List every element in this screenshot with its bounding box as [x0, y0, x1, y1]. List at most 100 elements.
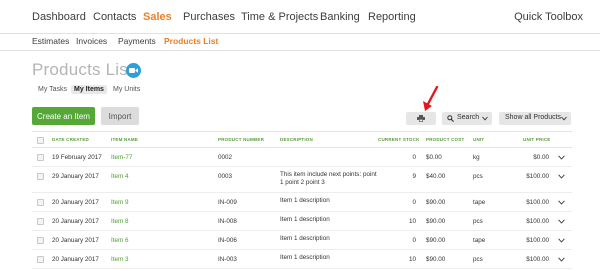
show-products-dropdown[interactable]: Show all Products	[499, 112, 571, 125]
cell-item-name[interactable]: Item 4	[111, 173, 129, 180]
tab-my-items[interactable]: My Items	[71, 85, 107, 94]
cell-unit: tape	[473, 237, 486, 244]
row-checkbox[interactable]	[37, 154, 44, 161]
table-row[interactable]: 20 January 2017 Item 8 IN-008 Item 1 descri…	[32, 212, 572, 231]
cell-product-cost: $0.00	[426, 154, 442, 161]
cell-item-name[interactable]: Item 3	[111, 256, 129, 263]
subnav-products-list[interactable]: Products List	[164, 36, 218, 46]
nav-purchases[interactable]: Purchases	[183, 11, 235, 23]
row-expand-chevron-icon[interactable]	[558, 200, 565, 205]
cell-item-name[interactable]: Item 9	[111, 199, 129, 206]
cell-description: Item 1 description	[280, 197, 330, 204]
cell-description: Item 1 description	[280, 235, 330, 242]
row-expand-chevron-icon[interactable]	[558, 238, 565, 243]
cell-unit: tape	[473, 199, 486, 206]
cell-current-stock: 10	[408, 218, 416, 225]
table-row[interactable]: 20 January 2017 Item 6 IN-006 Item 1 descri…	[32, 231, 572, 250]
nav-reporting[interactable]: Reporting	[368, 11, 416, 23]
cell-product-number: IN-008	[218, 218, 237, 225]
row-expand-chevron-icon[interactable]	[558, 174, 565, 179]
cell-description: This item include next points: point 1 p…	[280, 171, 377, 186]
page-title: Products List	[32, 60, 133, 79]
header-description[interactable]: DESCRIPTION	[280, 137, 313, 142]
cell-product-cost: $90.00	[426, 218, 446, 225]
table-row[interactable]: 20 January 2017 Item 3 IN-003 Item 1 descri…	[32, 250, 572, 269]
row-expand-chevron-icon[interactable]	[558, 257, 565, 262]
row-expand-chevron-icon[interactable]	[558, 219, 565, 224]
table-row[interactable]: 19 February 2017 Item-77 0002 0 $0.00 kg $0.00	[32, 148, 572, 167]
cell-current-stock: 0	[412, 154, 416, 161]
video-camera-icon[interactable]	[126, 63, 141, 78]
cell-item-name[interactable]: Item-77	[111, 154, 132, 161]
print-button[interactable]	[406, 112, 436, 125]
header-item-name[interactable]: ITEM NAME	[111, 137, 138, 142]
cell-description: Item 1 description	[280, 254, 330, 261]
subnav-payments[interactable]: Payments	[118, 36, 156, 46]
import-button[interactable]: Import	[101, 107, 139, 125]
cell-unit-price: $100.00	[526, 237, 549, 244]
cell-unit-price: $100.00	[526, 256, 549, 263]
row-checkbox[interactable]	[37, 237, 44, 244]
cell-product-cost: $90.00	[426, 256, 446, 263]
chevron-down-icon	[561, 116, 567, 121]
cell-date-created: 20 January 2017	[52, 199, 99, 206]
header-unit-price[interactable]: UNIT PRICE	[523, 137, 551, 142]
cell-product-number: 0002	[218, 154, 233, 161]
top-navigation: Dashboard Contacts Sales Purchases Time …	[0, 0, 600, 34]
cell-item-name[interactable]: Item 6	[111, 237, 129, 244]
sub-navigation: Estimates Invoices Payments Products Lis…	[0, 34, 600, 51]
nav-banking[interactable]: Banking	[320, 11, 360, 23]
cell-unit: kg	[473, 154, 480, 161]
printer-icon	[417, 115, 425, 122]
cell-product-cost: $90.00	[426, 199, 446, 206]
row-checkbox[interactable]	[37, 199, 44, 206]
cell-date-created: 20 January 2017	[52, 256, 99, 263]
show-products-label: Show all Products	[505, 114, 562, 121]
cell-unit-price: $0.00	[533, 154, 549, 161]
cell-item-name[interactable]: Item 8	[111, 218, 129, 225]
row-checkbox[interactable]	[37, 256, 44, 263]
subnav-invoices[interactable]: Invoices	[76, 36, 107, 46]
cell-product-number: IN-003	[218, 256, 237, 263]
nav-time-projects[interactable]: Time & Projects	[241, 11, 318, 23]
cell-current-stock: 9	[412, 173, 416, 180]
create-item-button[interactable]: Create an Item	[32, 107, 95, 125]
cell-current-stock: 0	[412, 237, 416, 244]
cell-description: Item 1 description	[280, 216, 330, 223]
search-label: Search	[457, 114, 480, 121]
cell-current-stock: 10	[408, 256, 416, 263]
table-header: DATE CREATED ITEM NAME PRODUCT NUMBER DE…	[32, 131, 572, 148]
row-checkbox[interactable]	[37, 218, 44, 225]
cell-unit: pcs	[473, 256, 483, 263]
cell-product-cost: $90.00	[426, 237, 446, 244]
subnav-estimates[interactable]: Estimates	[32, 36, 69, 46]
header-current-stock[interactable]: CURRENT STOCK	[378, 137, 420, 142]
products-table: DATE CREATED ITEM NAME PRODUCT NUMBER DE…	[32, 131, 572, 269]
table-row[interactable]: 20 January 2017 Item 9 IN-009 Item 1 descri…	[32, 193, 572, 212]
cell-date-created: 19 February 2017	[52, 154, 102, 161]
nav-contacts[interactable]: Contacts	[93, 11, 136, 23]
header-date-created[interactable]: DATE CREATED	[52, 137, 89, 142]
cell-unit-price: $100.00	[526, 199, 549, 206]
search-button[interactable]: Search	[442, 112, 492, 125]
red-arrow-annotation	[423, 86, 439, 111]
select-all-checkbox[interactable]	[37, 137, 44, 144]
cell-product-number: IN-006	[218, 237, 237, 244]
cell-unit-price: $100.00	[526, 218, 549, 225]
nav-sales[interactable]: Sales	[143, 11, 172, 23]
table-row[interactable]: 29 January 2017 Item 4 0003 This item inclu…	[32, 167, 572, 193]
row-expand-chevron-icon[interactable]	[558, 155, 565, 160]
nav-dashboard[interactable]: Dashboard	[32, 11, 86, 23]
row-checkbox[interactable]	[37, 173, 44, 180]
header-product-cost[interactable]: PRODUCT COST	[426, 137, 464, 142]
cell-date-created: 29 January 2017	[52, 173, 99, 180]
header-unit[interactable]: UNIT	[473, 137, 484, 142]
tab-my-tasks[interactable]: My Tasks	[35, 85, 70, 94]
cell-unit: pcs	[473, 218, 483, 225]
cell-product-cost: $40.00	[426, 173, 446, 180]
cell-product-number: 0003	[218, 173, 233, 180]
cell-date-created: 20 January 2017	[52, 237, 99, 244]
tab-my-units[interactable]: My Units	[110, 85, 143, 94]
quick-toolbox-link[interactable]: Quick Toolbox	[514, 11, 583, 23]
header-product-number[interactable]: PRODUCT NUMBER	[218, 137, 264, 142]
